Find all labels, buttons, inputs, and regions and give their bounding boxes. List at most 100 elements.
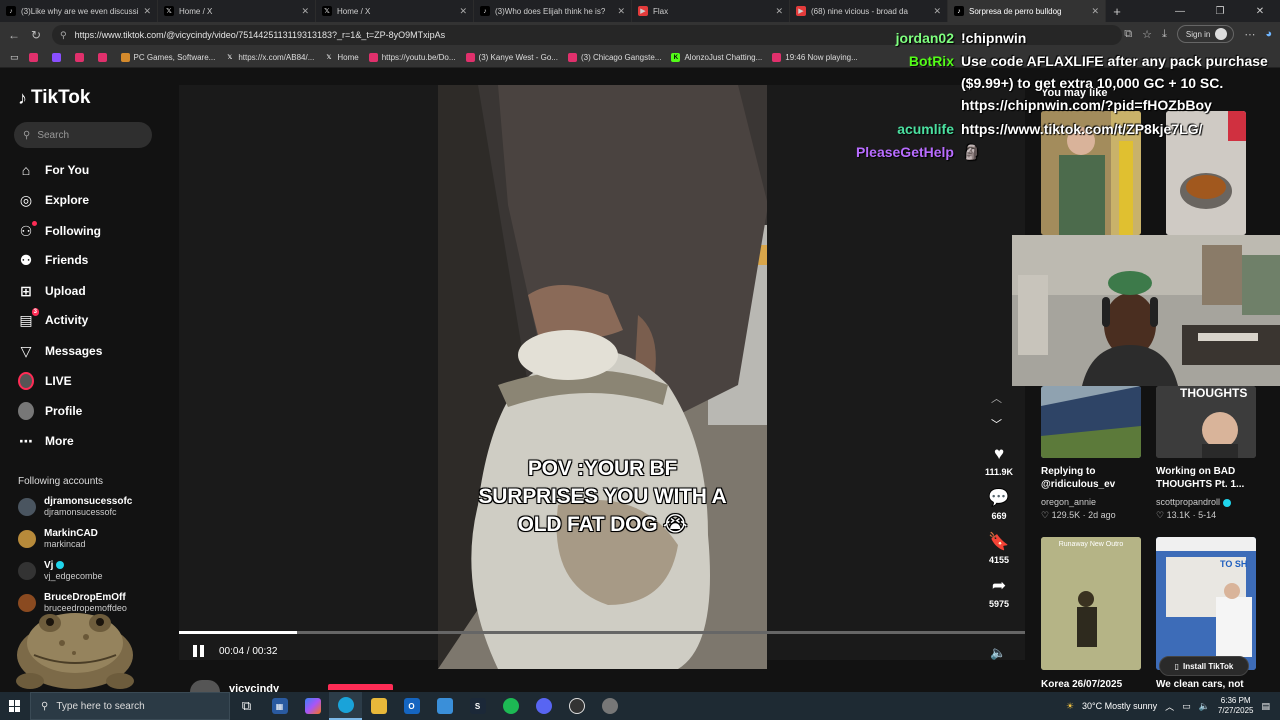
- bookmark[interactable]: [97, 53, 111, 62]
- close-tab-icon[interactable]: ✕: [301, 6, 309, 17]
- reload-icon[interactable]: ↻: [25, 28, 47, 42]
- close-tab-icon[interactable]: ✕: [1091, 6, 1099, 17]
- tiktok-logo[interactable]: ♪ TikTok: [18, 87, 90, 109]
- site-info-icon[interactable]: ⚲: [60, 30, 67, 41]
- following-account[interactable]: djramonsucessofc djramonsucessofc: [18, 496, 132, 518]
- share-button[interactable]: ➦ 5975: [980, 576, 1018, 609]
- bookmark[interactable]: 19:46 Now playing...: [772, 53, 858, 62]
- discord-app[interactable]: [527, 692, 560, 720]
- bookmark[interactable]: 𝕏https://x.com/AB84/...: [225, 53, 314, 62]
- browser-tab[interactable]: ♪ (3)Who does Elijah think he is? ✕: [474, 0, 632, 22]
- volume-icon[interactable]: 🔈: [990, 645, 1006, 661]
- close-tab-icon[interactable]: ✕: [459, 6, 467, 17]
- app-icon[interactable]: [593, 692, 626, 720]
- recommended-title[interactable]: Replying to @ridiculous_ev: [1041, 465, 1151, 491]
- browser-tab-active[interactable]: ♪ Sorpresa de perro bulldog ✕: [948, 0, 1106, 22]
- nav-upload[interactable]: ⊞ Upload: [18, 283, 86, 299]
- install-tiktok-button[interactable]: ▯ Install TikTok: [1159, 656, 1249, 676]
- video-progress-bar[interactable]: [179, 631, 1025, 634]
- browser-tab[interactable]: ▶ (68) nine vicious - broad da ✕: [790, 0, 948, 22]
- nav-live[interactable]: LIVE: [18, 372, 72, 390]
- recommended-thumbnail[interactable]: Runaway New Outro: [1041, 537, 1141, 670]
- bookmark[interactable]: 𝕏 Home: [324, 53, 358, 62]
- sign-in-button[interactable]: Sign in: [1176, 25, 1235, 43]
- recommended-thumbnail[interactable]: THOUGHTS: [1156, 386, 1256, 458]
- video-frame[interactable]: POV :YOUR BF SURPRISES YOU WITH A OLD FA…: [438, 85, 767, 669]
- notifications-icon[interactable]: ▤: [1261, 701, 1270, 712]
- taskbar-search[interactable]: ⚲ Type here to search: [30, 692, 230, 720]
- author-avatar[interactable]: [190, 680, 220, 692]
- following-account[interactable]: MarkinCAD markincad: [18, 528, 98, 550]
- nav-profile[interactable]: Profile: [18, 402, 82, 420]
- bookmark[interactable]: [51, 53, 65, 62]
- close-tab-icon[interactable]: ✕: [933, 6, 941, 17]
- next-video-icon[interactable]: ﹀: [991, 416, 1002, 432]
- tray-chevron-icon[interactable]: ︿: [1165, 700, 1174, 713]
- bookmark[interactable]: [74, 53, 88, 62]
- search-input[interactable]: ⚲ Search: [14, 122, 152, 148]
- steam-app[interactable]: S: [461, 692, 494, 720]
- recommended-title[interactable]: Working on BAD THOUGHTS Pt. 1...: [1156, 465, 1266, 491]
- close-window-icon[interactable]: ✕: [1240, 0, 1280, 22]
- favorites-icon[interactable]: ☆: [1142, 28, 1152, 41]
- menu-icon[interactable]: ⋯: [1244, 28, 1255, 41]
- browser-tab[interactable]: 𝕏 Home / X ✕: [158, 0, 316, 22]
- weather-icon[interactable]: ☀: [1066, 701, 1074, 712]
- like-button[interactable]: ♥ 111.9K: [980, 444, 1018, 477]
- nav-following[interactable]: ⚇ Following: [18, 221, 101, 239]
- minimize-icon[interactable]: —: [1160, 0, 1200, 22]
- recommended-title[interactable]: Korea 26/07/2025: [1041, 678, 1151, 691]
- browser-tab[interactable]: ▶ Flax ✕: [632, 0, 790, 22]
- nav-messages[interactable]: ▽ Messages: [18, 343, 103, 359]
- recommended-thumbnail[interactable]: TO SH: [1156, 537, 1256, 670]
- bookmark[interactable]: (3) Chicago Gangste...: [567, 53, 661, 62]
- copilot-icon[interactable]: ◕: [1265, 28, 1272, 40]
- bookmark[interactable]: https://youtu.be/Do...: [368, 53, 456, 62]
- follow-button[interactable]: [328, 684, 393, 690]
- spotify-app[interactable]: [494, 692, 527, 720]
- recommended-user[interactable]: scottpropandroll: [1156, 497, 1232, 507]
- store-app[interactable]: ▦: [263, 692, 296, 720]
- nav-activity[interactable]: ▤ 3 Activity: [18, 308, 88, 328]
- following-account[interactable]: Vj vj_edgecombe: [18, 560, 103, 582]
- bookmark-folder-icon[interactable]: ▭: [10, 52, 19, 63]
- video-player[interactable]: POV :YOUR BF SURPRISES YOU WITH A OLD FA…: [179, 85, 1025, 669]
- recommended-thumbnail[interactable]: [1041, 386, 1141, 458]
- file-explorer-app[interactable]: [362, 692, 395, 720]
- edge-app[interactable]: [329, 692, 362, 720]
- nav-for-you[interactable]: ⌂ For You: [18, 162, 89, 178]
- maximize-icon[interactable]: ❐: [1200, 0, 1240, 22]
- start-button[interactable]: [0, 700, 30, 712]
- bookmark[interactable]: (3) Kanye West - Go...: [465, 53, 558, 62]
- close-tab-icon[interactable]: ✕: [143, 6, 151, 17]
- bookmark[interactable]: PC Games, Software...: [120, 53, 215, 62]
- new-tab-button[interactable]: +: [1106, 0, 1128, 22]
- nav-friends[interactable]: ⚉ Friends: [18, 252, 89, 268]
- task-view-icon[interactable]: ⧉: [230, 692, 263, 720]
- close-tab-icon[interactable]: ✕: [617, 6, 625, 17]
- clock[interactable]: 6:36 PM 7/27/2025: [1218, 696, 1254, 716]
- extensions-icon[interactable]: ⧉: [1124, 28, 1132, 41]
- outlook-app[interactable]: O: [395, 692, 428, 720]
- close-tab-icon[interactable]: ✕: [775, 6, 783, 17]
- weather-text[interactable]: 30°C Mostly sunny: [1082, 701, 1157, 711]
- downloads-icon[interactable]: ⤓: [1162, 28, 1167, 41]
- volume-icon[interactable]: 🔈: [1199, 701, 1210, 712]
- comment-button[interactable]: 💬 669: [980, 488, 1018, 521]
- pause-icon[interactable]: [193, 645, 205, 657]
- recommended-title[interactable]: We clean cars, not: [1156, 678, 1266, 691]
- back-icon[interactable]: ←: [3, 28, 25, 42]
- recommended-user[interactable]: oregon_annie: [1041, 497, 1096, 507]
- bookmark[interactable]: [28, 53, 42, 62]
- network-icon[interactable]: ▭: [1182, 701, 1191, 712]
- browser-tab[interactable]: ♪ (3)Like why are we even discussi ✕: [0, 0, 158, 22]
- copilot-app[interactable]: [296, 692, 329, 720]
- nav-explore[interactable]: ◎ Explore: [18, 192, 89, 208]
- nav-more[interactable]: ⋯ More: [18, 433, 74, 449]
- obs-app[interactable]: [560, 692, 593, 720]
- photos-app[interactable]: [428, 692, 461, 720]
- save-button[interactable]: 🔖 4155: [980, 532, 1018, 565]
- bookmark[interactable]: K AlonzoJust Chatting...: [671, 53, 762, 62]
- browser-tab[interactable]: 𝕏 Home / X ✕: [316, 0, 474, 22]
- previous-video-icon[interactable]: ︿: [991, 390, 1002, 406]
